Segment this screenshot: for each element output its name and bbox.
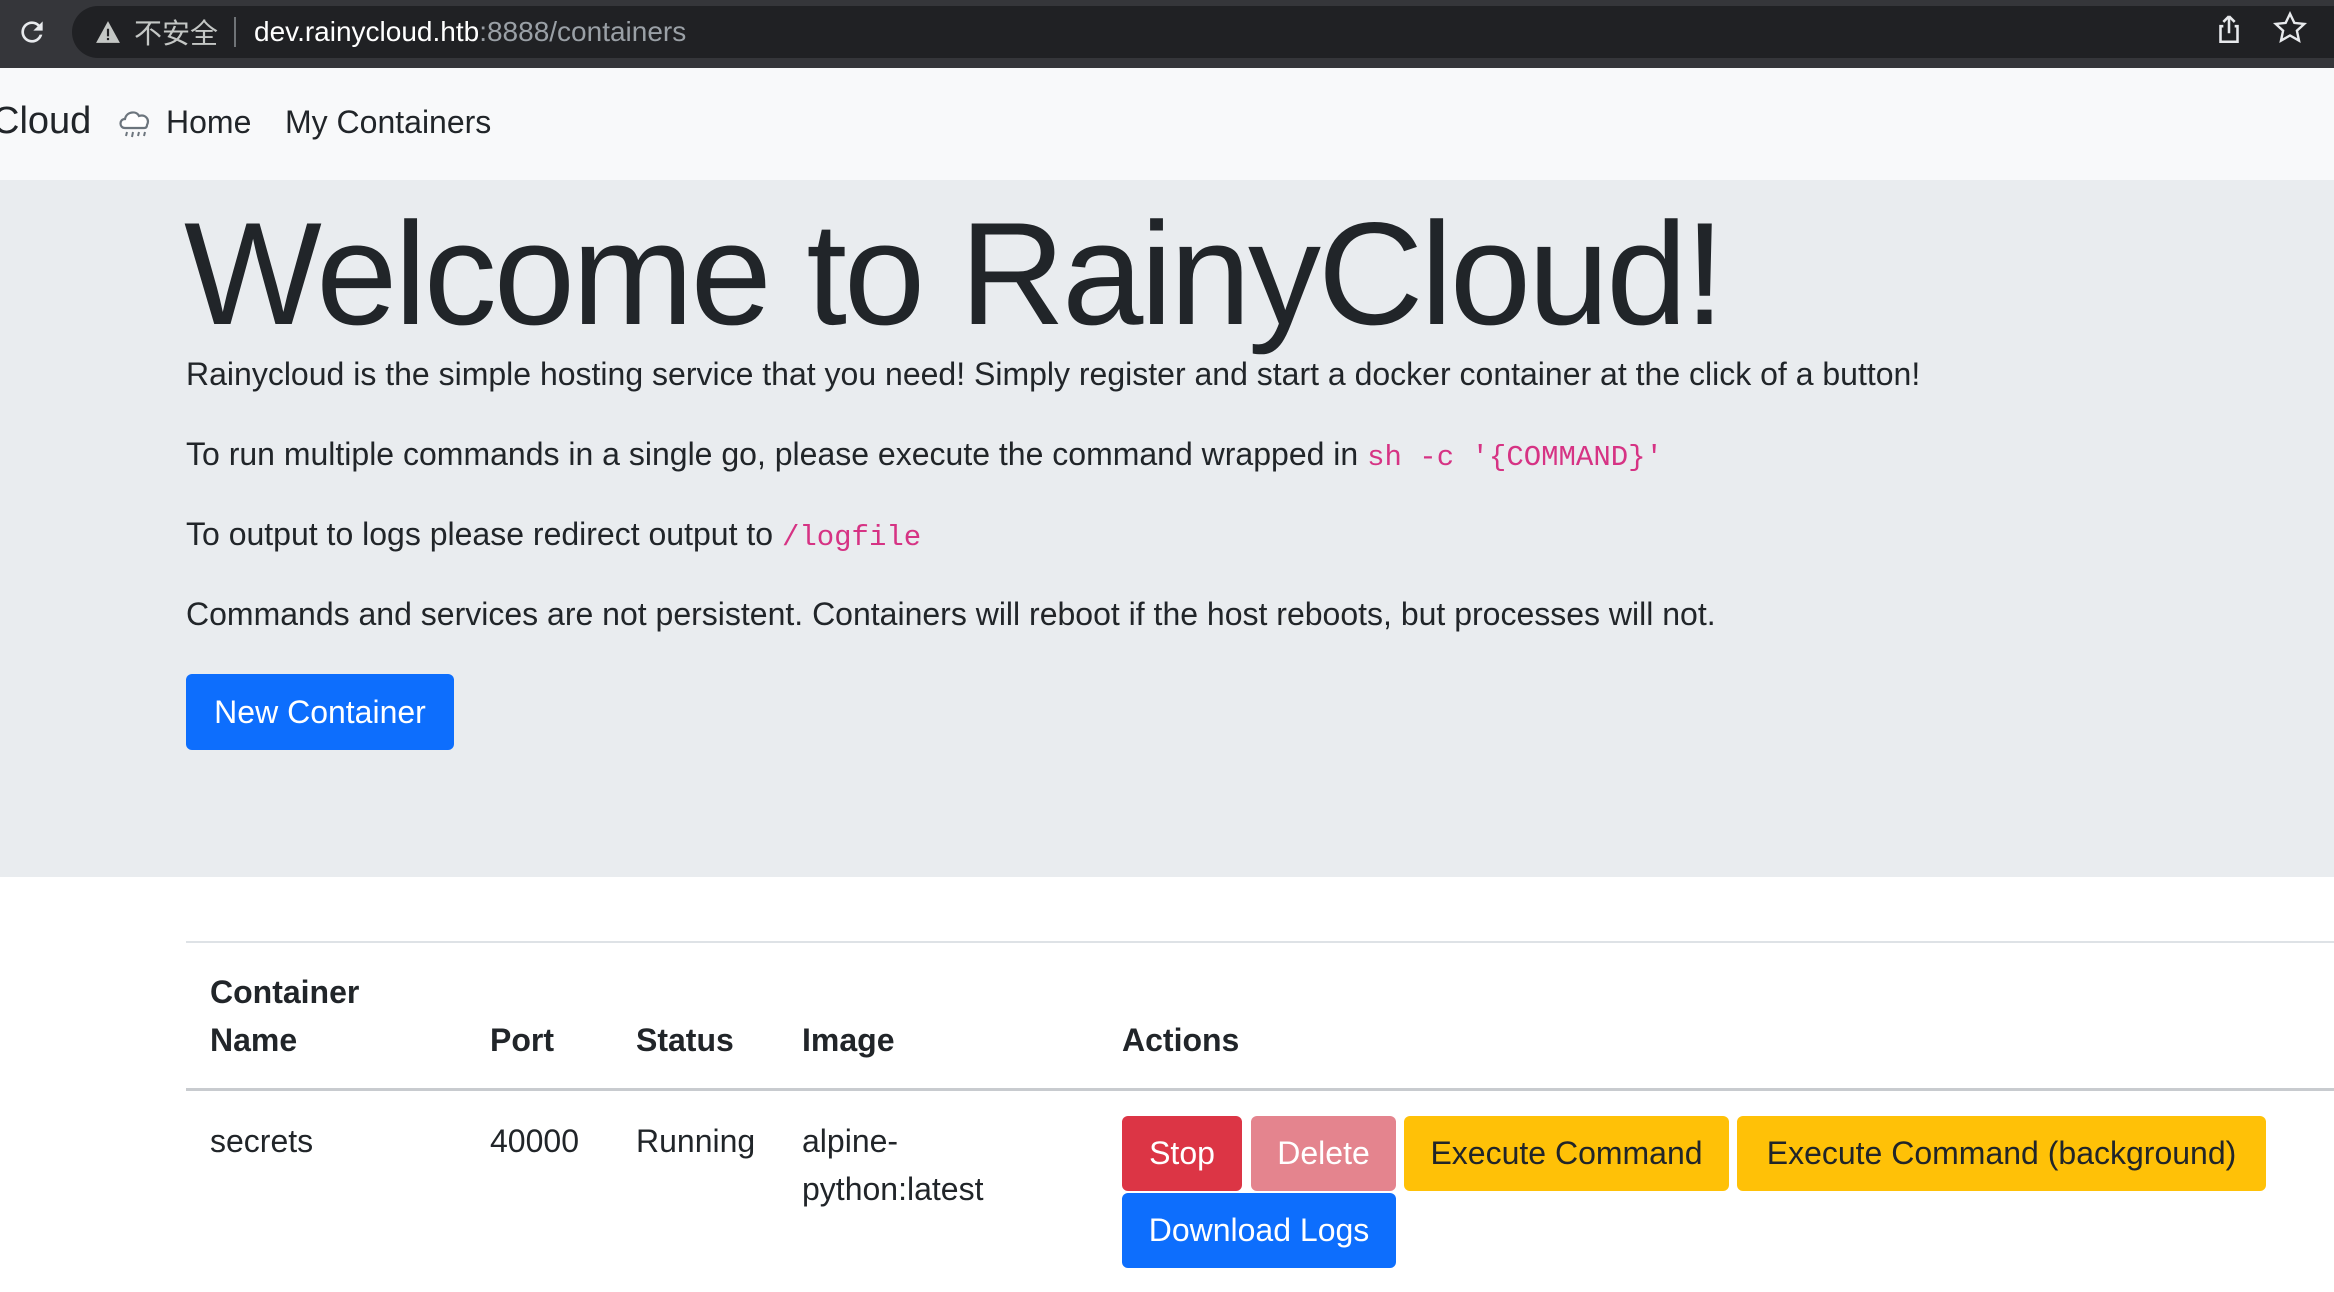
column-header-container-name-line2: Name (210, 1022, 298, 1058)
hero-section: Welcome to RainyCloud! Rainycloud is the… (0, 180, 2334, 877)
cell-status: Running (636, 1123, 756, 1159)
warning-icon[interactable] (94, 18, 122, 46)
column-header-status: Status (636, 1022, 734, 1058)
logfile-path-code: /logfile (781, 521, 922, 554)
security-label[interactable]: 不安全 (134, 12, 218, 52)
column-header-container-name: Container Name (210, 968, 359, 1064)
multi-command-hint-text: To run multiple commands in a single go,… (186, 436, 1368, 472)
share-icon[interactable] (2212, 12, 2246, 46)
table-header-border (186, 1088, 2334, 1091)
execute-command-button[interactable]: Execute Command (1404, 1116, 1729, 1191)
cloud-icon (116, 106, 154, 140)
nav-link-home[interactable]: Home (166, 104, 251, 141)
command-wrapper-code: sh -c '{COMMAND}' (1367, 441, 1663, 474)
address-divider (234, 17, 237, 47)
column-header-image: Image (802, 1022, 895, 1058)
url-path: :8888/containers (479, 16, 687, 47)
cell-port: 40000 (490, 1123, 579, 1159)
url-host: dev.rainycloud.htb (254, 16, 480, 47)
address-bar[interactable]: 不安全 dev.rainycloud.htb:8888/containers (72, 6, 2334, 58)
delete-button[interactable]: Delete (1251, 1116, 1396, 1191)
multi-command-hint: To run multiple commands in a single go,… (186, 436, 1663, 474)
page-title: Welcome to RainyCloud! (184, 192, 1725, 355)
bookmark-star-icon[interactable] (2272, 10, 2308, 46)
cell-container-name: secrets (210, 1123, 314, 1159)
cell-image-line1: alpine- (802, 1123, 899, 1159)
cell-image: alpine- python:latest (802, 1117, 983, 1213)
browser-toolbar: 不安全 dev.rainycloud.htb:8888/containers (0, 0, 2334, 68)
execute-command-background-button[interactable]: Execute Command (background) (1737, 1116, 2266, 1191)
column-header-port: Port (490, 1022, 554, 1058)
reload-icon[interactable] (10, 10, 54, 54)
logfile-hint: To output to logs please redirect output… (186, 516, 921, 554)
intro-text: Rainycloud is the simple hosting service… (186, 356, 1921, 392)
logfile-hint-text: To output to logs please redirect output… (186, 516, 782, 552)
persistence-note: Commands and services are not persistent… (186, 596, 1716, 632)
stop-button[interactable]: Stop (1122, 1116, 1242, 1191)
nav-link-my-containers[interactable]: My Containers (285, 104, 491, 141)
navbar-brand[interactable]: Cloud (0, 100, 91, 143)
cell-image-line2: python:latest (802, 1171, 984, 1207)
download-logs-button[interactable]: Download Logs (1122, 1193, 1396, 1268)
table-top-border (186, 941, 2334, 943)
column-header-actions: Actions (1122, 1022, 1240, 1058)
new-container-button[interactable]: New Container (186, 674, 454, 750)
column-header-container-name-line1: Container (210, 974, 360, 1010)
